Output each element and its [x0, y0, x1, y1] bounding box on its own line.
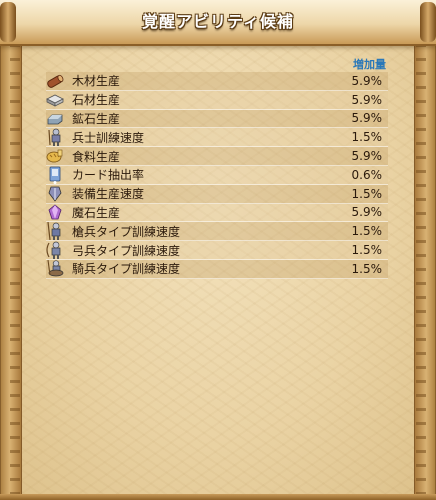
- ability-row: 装備生産速度 1.5%: [44, 184, 388, 204]
- ability-name: 魔石生産: [72, 205, 121, 220]
- ability-increase-value: 1.5%: [351, 243, 383, 258]
- spearman-icon: [44, 222, 66, 241]
- soldier-icon: [44, 128, 66, 147]
- cavalry-icon: [44, 259, 66, 278]
- increase-column-header: 増加量: [353, 58, 386, 71]
- ability-name: 石材生産: [72, 93, 121, 108]
- ore-ingot-icon: [44, 110, 66, 128]
- food-bread-icon: [44, 147, 66, 165]
- ability-name: 槍兵タイプ訓練速度: [72, 224, 181, 239]
- ability-name: 兵士訓練速度: [72, 130, 145, 145]
- ability-increase-value: 5.9%: [351, 111, 383, 126]
- ability-increase-value: 5.9%: [351, 73, 383, 88]
- panel-border-left: [0, 30, 22, 500]
- ability-rows: 木材生産 5.9% 石材生産 5.9% 鉱石生産 5.9% 兵士訓練速度 1.5% 食料生産 5.…: [46, 72, 388, 279]
- ability-row: カード抽出率 0.6%: [44, 165, 388, 185]
- ability-name: 木材生産: [72, 74, 121, 89]
- panel-border-bottom: [0, 494, 436, 500]
- wood-log-icon: [44, 72, 66, 90]
- ability-row: 食料生産 5.9%: [46, 147, 388, 166]
- ability-row: 木材生産 5.9%: [46, 72, 388, 91]
- ability-row: 兵士訓練速度 1.5%: [44, 128, 388, 148]
- ability-increase-value: 1.5%: [351, 224, 383, 239]
- ability-name: カード抽出率: [72, 168, 145, 183]
- ability-list: 増加量 木材生産 5.9% 石材生産 5.9% 鉱石生産 5.9% 兵士訓練速度 1.5% 食料…: [46, 56, 388, 279]
- ability-row: 魔石生産 5.9%: [44, 203, 388, 223]
- ability-increase-value: 1.5%: [351, 261, 383, 276]
- panel-title: 覚醒アビリティ候補: [141, 12, 295, 31]
- stone-block-icon: [44, 91, 66, 109]
- ability-increase-value: 1.5%: [351, 186, 383, 201]
- ability-row: 騎兵タイプ訓練速度 1.5%: [44, 259, 388, 279]
- ability-name: 装備生産速度: [72, 187, 145, 202]
- ability-row: 石材生産 5.9%: [44, 90, 388, 110]
- ability-increase-value: 5.9%: [351, 92, 383, 107]
- ability-panel: 覚醒アビリティ候補 増加量 木材生産 5.9% 石材生産 5.9% 鉱石生産 5.9% 兵士…: [0, 0, 436, 500]
- equipment-icon: [44, 185, 66, 203]
- ability-increase-value: 5.9%: [351, 149, 383, 164]
- ability-row: 弓兵タイプ訓練速度 1.5%: [46, 241, 388, 260]
- ability-row: 槍兵タイプ訓練速度 1.5%: [44, 222, 388, 242]
- card-draw-icon: [44, 166, 66, 184]
- title-banner: 覚醒アビリティ候補: [0, 0, 436, 46]
- panel-border-right: [414, 30, 436, 500]
- ability-name: 鉱石生産: [72, 111, 121, 126]
- ability-name: 食料生産: [72, 149, 121, 164]
- ability-increase-value: 1.5%: [351, 130, 383, 145]
- ability-increase-value: 5.9%: [351, 205, 383, 220]
- ability-row: 鉱石生産 5.9%: [44, 109, 388, 129]
- archer-icon: [44, 241, 66, 260]
- ability-increase-value: 0.6%: [351, 167, 383, 182]
- ability-name: 騎兵タイプ訓練速度: [72, 262, 181, 277]
- ability-name: 弓兵タイプ訓練速度: [72, 243, 181, 258]
- magic-stone-icon: [44, 203, 66, 221]
